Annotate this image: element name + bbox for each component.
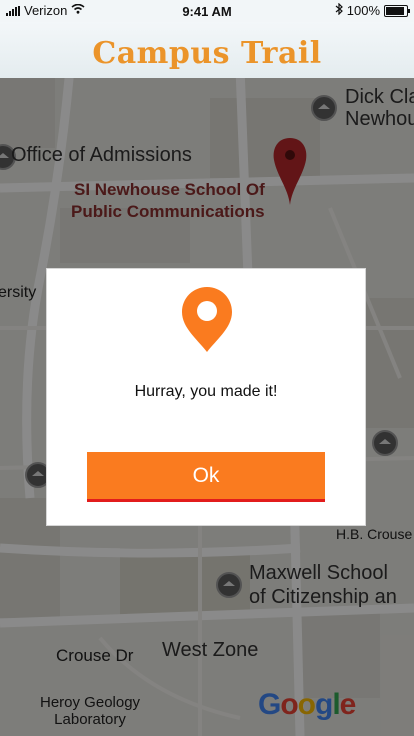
app-header: Campus Trail	[0, 22, 414, 78]
ok-button[interactable]: Ok	[87, 452, 325, 502]
dialog-message: Hurray, you made it!	[134, 383, 278, 400]
arrival-dialog: Hurray, you made it! Ok	[46, 268, 366, 526]
app-title: Campus Trail	[92, 36, 322, 71]
battery-icon	[384, 4, 410, 17]
battery-percent: 100%	[346, 3, 380, 18]
location-pin-icon	[182, 287, 232, 352]
bluetooth-icon	[335, 2, 343, 18]
status-bar: Verizon 9:41 AM 100%	[0, 0, 414, 22]
